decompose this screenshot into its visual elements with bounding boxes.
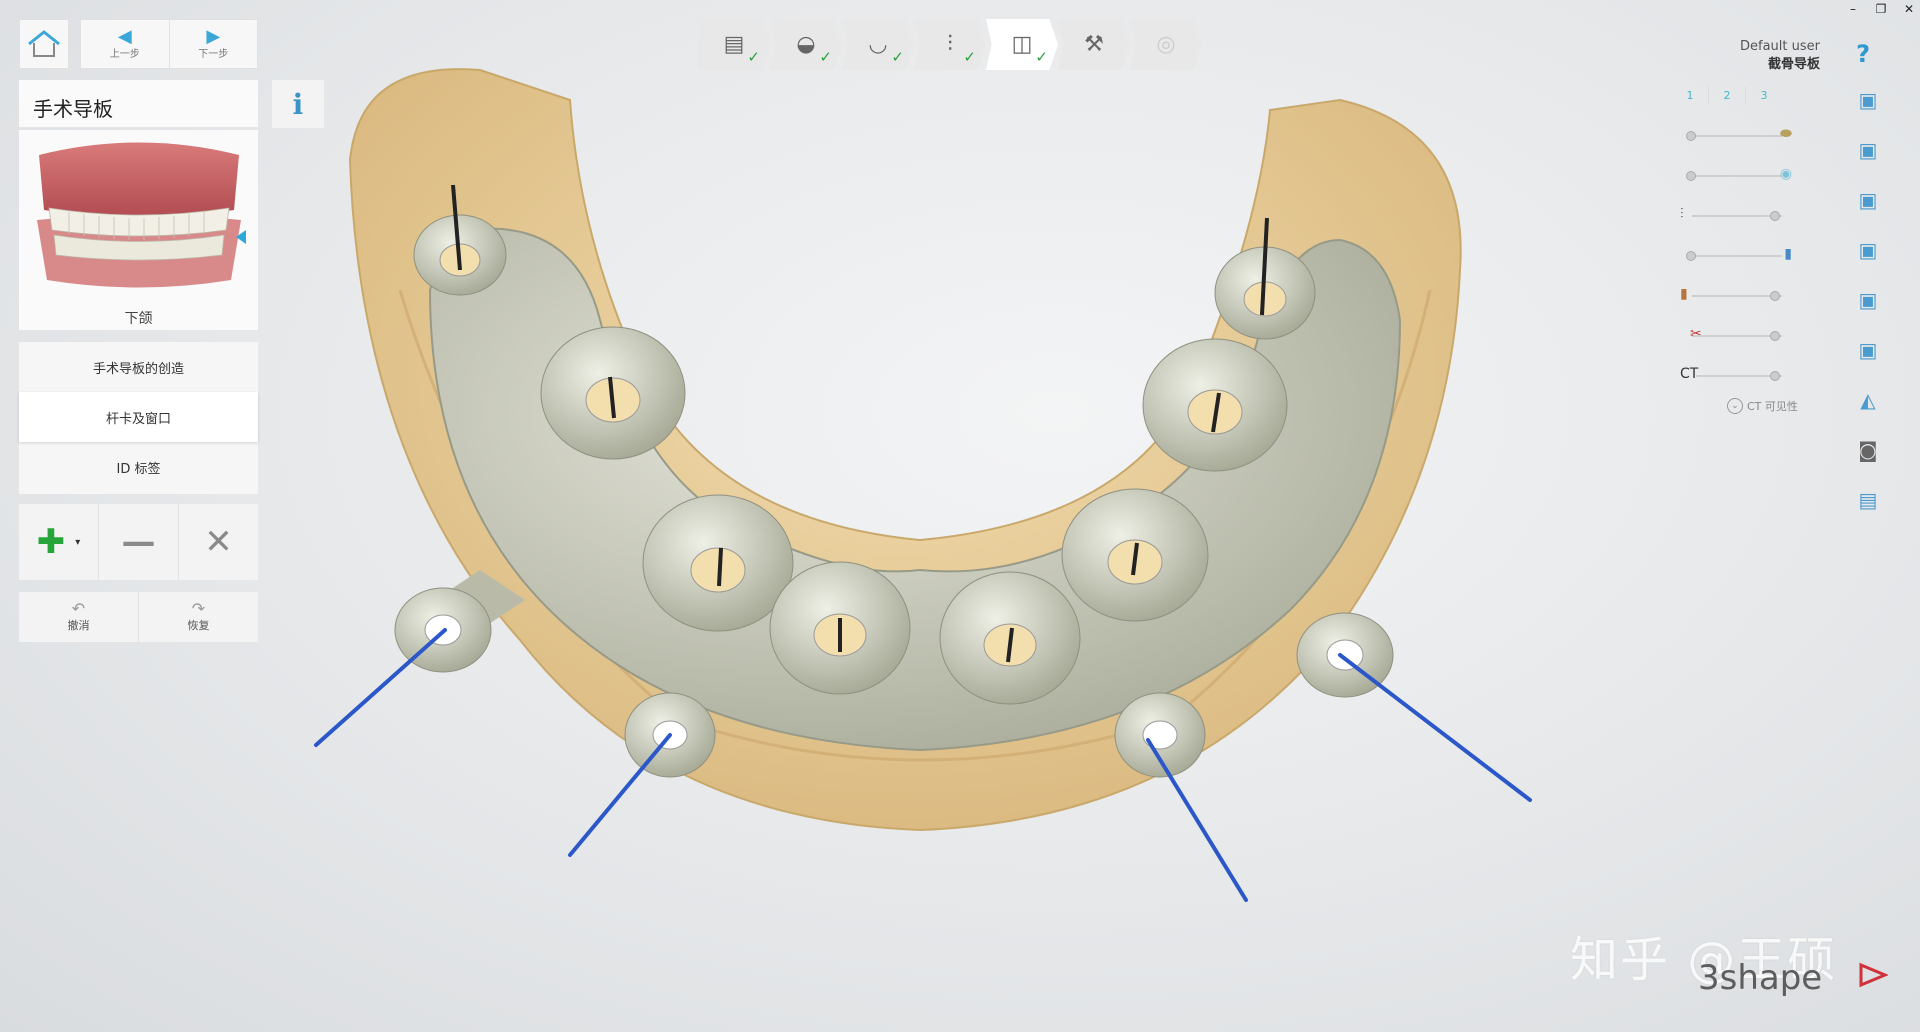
slider-cut[interactable]: ✂ [1680,326,1792,346]
view-left-button[interactable]: ▣ [1856,188,1880,212]
user-name: Default user [1740,39,1820,54]
jaw-selected-pointer [236,230,246,244]
next-step-button[interactable]: ▶ 下一步 [170,20,258,68]
ct-visibility-toggle[interactable]: ⌄ CT 可见性 [1727,398,1798,414]
ct-visibility-label: CT 可见性 [1747,400,1798,413]
cube-bottom-icon: ▣ [1858,338,1878,362]
tooth-icon: ◉ [1779,166,1792,182]
arrow-left-icon: ◀ [117,25,132,47]
denture-thumbnail [37,142,241,288]
prev-step-button[interactable]: ◀ 上一步 [81,20,170,68]
step-navigation: ◀ 上一步 ▶ 下一步 [80,19,258,69]
minimize-icon[interactable]: – [1846,2,1860,16]
step-id-label[interactable]: ID 标签 [19,442,258,492]
surgical-guide-model [314,68,1532,902]
minus-icon: — [121,522,156,562]
clip-view-button[interactable]: ◭ [1856,388,1880,412]
remove-button[interactable]: — [99,504,179,580]
user-info: Default user 截骨导板 [1740,38,1820,74]
step-bars-windows[interactable]: 杆卡及窗口 [19,392,258,442]
redo-icon: ↷ [191,599,206,618]
sleeve-icon: ▮ [1784,246,1792,262]
view-right-button[interactable]: ▣ [1856,238,1880,262]
close-window-icon[interactable]: ✕ [1902,2,1916,16]
home-icon [28,30,60,57]
chevron-down-icon: ⌄ [1727,398,1743,414]
slider-sleeve[interactable]: ▮ [1680,246,1792,266]
window-controls: – ❐ ✕ [1846,2,1916,16]
redo-button[interactable]: ↷ 恢复 [139,592,258,642]
3d-viewport[interactable] [280,40,1580,940]
close-icon: ✕ [204,522,233,562]
drill-icon: ▮ [1680,286,1688,302]
cube-back-icon: ▣ [1858,138,1878,162]
help-button[interactable]: ? [1856,40,1870,68]
edit-toolbar: ✚ ▾ — ✕ [19,504,258,580]
comment-icon: ▤ [1858,488,1878,512]
cube-front-icon: ▣ [1858,88,1878,112]
jaw-label: 下颌 [124,311,153,327]
redo-label: 恢复 [187,619,210,632]
brand-triangle-icon [1859,962,1888,988]
cube-top-icon: ▣ [1858,288,1878,312]
slider-tooth[interactable]: ◉ [1680,166,1792,186]
slider-drill[interactable]: ▮ [1680,286,1792,306]
user-context: 截骨导板 [1767,57,1820,72]
add-icon: ✚ [36,522,66,562]
view-bottom-button[interactable]: ▣ [1856,338,1880,362]
cube-left-icon: ▣ [1858,188,1878,212]
screenshot-button[interactable]: ◙ [1856,438,1880,462]
home-button[interactable] [19,19,69,69]
view-front-button[interactable]: ▣ [1856,88,1880,112]
layer-tab-1[interactable]: 1 [1672,86,1709,105]
undo-icon: ↶ [71,599,86,618]
delete-button[interactable]: ✕ [179,504,258,580]
panel-title: 手术导板 [19,80,258,128]
arrow-right-icon: ▶ [206,25,221,47]
layer-tab-2[interactable]: 2 [1709,86,1746,105]
view-top-button[interactable]: ▣ [1856,288,1880,312]
ct-label: CT [1680,366,1699,382]
slider-guide[interactable]: ⬬ [1680,126,1792,146]
add-dropdown-icon[interactable]: ▾ [75,537,80,548]
guide-layer-icon: ⬬ [1780,126,1792,142]
brand-logo: 3shape [1698,958,1823,998]
restore-icon[interactable]: ❐ [1874,2,1888,16]
view-back-button[interactable]: ▣ [1856,138,1880,162]
prev-step-label: 上一步 [109,48,140,60]
jaw-preview-card[interactable]: 下颌 [19,130,258,330]
layer-tabs: 1 2 3 [1672,86,1782,105]
comment-button[interactable]: ▤ [1856,488,1880,512]
scissors-icon: ✂ [1690,326,1702,342]
slider-implant[interactable]: ⫶ [1680,206,1792,226]
undo-label: 撤消 [67,619,90,632]
step-guide-creation[interactable]: 手术导板的创造 [19,342,258,392]
next-step-label: 下一步 [198,48,229,60]
cube-right-icon: ▣ [1858,238,1878,262]
help-icon: ? [1856,40,1870,68]
implant-layer-icon: ⫶ [1680,206,1684,222]
layer-tab-3[interactable]: 3 [1746,86,1782,105]
workflow-steps: 手术导板的创造 杆卡及窗口 ID 标签 [19,342,258,494]
slider-ct[interactable] [1690,366,1792,386]
clip-icon: ◭ [1860,388,1876,412]
camera-icon: ◙ [1858,438,1878,462]
history-toolbar: ↶ 撤消 ↷ 恢复 [19,592,258,642]
add-button[interactable]: ✚ ▾ [19,504,99,580]
undo-button[interactable]: ↶ 撤消 [19,592,139,642]
